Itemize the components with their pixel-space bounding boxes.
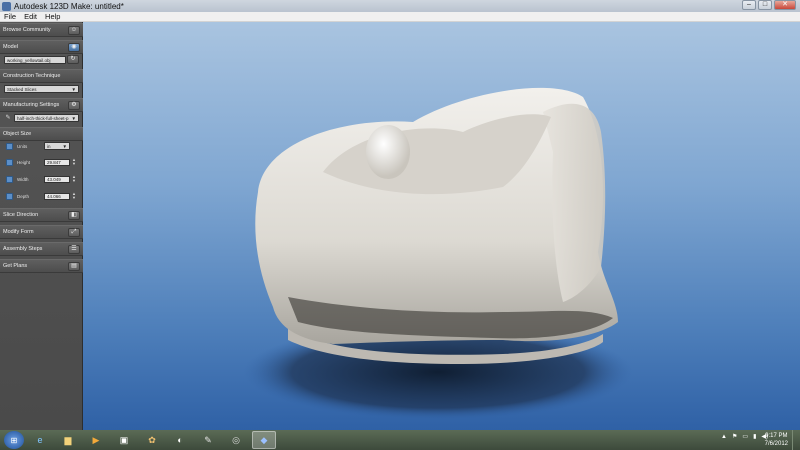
model-label: Model	[3, 44, 18, 50]
chevron-down-icon: ▼	[71, 87, 76, 92]
object-size-label: Object Size	[3, 131, 32, 137]
menu-help[interactable]: Help	[45, 12, 60, 21]
menu-bar: File Edit Help	[0, 12, 800, 22]
community-icon[interactable]: ☺	[68, 26, 80, 35]
model-row: Model ◉	[0, 40, 83, 54]
units-dropdown[interactable]: in ▼	[44, 142, 70, 150]
viewer-icon[interactable]: ◐	[168, 431, 192, 449]
123d-make-taskbar-icon[interactable]: ◆	[252, 431, 276, 449]
clock[interactable]: 9:17 PM 7/6/2012	[765, 432, 788, 448]
menu-edit[interactable]: Edit	[24, 12, 37, 21]
model-bump	[366, 125, 410, 179]
taskbar: ⊞ e ▆ ▶ ▣ ✿ ◐ ✎ ◎ ◆ ▲ ⚑ ▭ ▮ ◀) 9:17 PM 7…	[0, 430, 800, 450]
eye-icon[interactable]: ◉	[68, 43, 80, 52]
get-plans-row[interactable]: Get Plans ▤	[0, 259, 83, 273]
document-icon[interactable]: ▤	[68, 262, 80, 271]
minimize-button[interactable]: –	[742, 0, 756, 10]
modify-icon[interactable]: ⤢	[68, 228, 80, 237]
units-icon	[6, 143, 13, 150]
menu-file[interactable]: File	[4, 12, 16, 21]
clock-date: 7/6/2012	[764, 441, 788, 447]
width-icon	[6, 176, 13, 183]
manufacturing-label: Manufacturing Settings	[3, 102, 60, 108]
steps-icon[interactable]: ☰	[68, 245, 80, 254]
construction-dropdown[interactable]: Stacked Slices ▼	[4, 85, 79, 93]
maximize-button[interactable]: □	[758, 0, 772, 10]
chevron-up-icon[interactable]: ▲	[721, 434, 727, 440]
window-controls: – □ ✕	[740, 0, 796, 10]
gear-icon[interactable]: ⚙	[68, 101, 80, 110]
paint-icon[interactable]: ✎	[196, 431, 220, 449]
start-button[interactable]: ⊞	[4, 431, 24, 449]
model-file-field[interactable]: working_yellowtail.obj	[4, 56, 66, 64]
left-panel: Browse Community ☺ Model ◉ working_yello…	[0, 22, 83, 430]
construction-row: Construction Technique	[0, 69, 83, 83]
construction-value: Stacked Slices	[7, 87, 37, 92]
depth-label: Depth	[17, 194, 30, 199]
folder-icon[interactable]: ▆	[56, 431, 80, 449]
internet-explorer-icon[interactable]: e	[28, 431, 52, 449]
pencil-icon[interactable]: ✎	[4, 114, 12, 122]
object-size-row: Object Size	[0, 127, 83, 141]
window-title: Autodesk 123D Make: untitled*	[14, 1, 124, 11]
assembly-steps-row[interactable]: Assembly Steps ☰	[0, 242, 83, 256]
height-label: Height	[17, 160, 31, 165]
manufacturing-value: half-inch-thick-full-sheet-p	[17, 116, 69, 121]
modify-form-row[interactable]: Modify Form ⤢	[0, 225, 83, 239]
3d-model[interactable]	[83, 22, 800, 430]
manufacturing-dropdown[interactable]: half-inch-thick-full-sheet-p ▼	[14, 114, 79, 122]
app-icon	[2, 1, 11, 11]
media-player-icon[interactable]: ▶	[84, 431, 108, 449]
depth-icon	[6, 193, 13, 200]
units-value: in	[47, 144, 51, 149]
network-icon[interactable]: ▮	[753, 433, 756, 440]
clock-time: 9:17 PM	[765, 433, 788, 439]
slice-direction-label: Slice Direction	[3, 212, 39, 218]
refresh-icon[interactable]: ↻	[67, 55, 79, 64]
assembly-steps-label: Assembly Steps	[3, 246, 43, 252]
width-label: Width	[17, 177, 29, 182]
photos-icon[interactable]: ✿	[140, 431, 164, 449]
construction-label: Construction Technique	[3, 73, 61, 79]
width-field[interactable]: 43.049	[44, 176, 70, 183]
depth-field[interactable]: 44.066	[44, 193, 70, 200]
3d-viewport[interactable]	[83, 22, 800, 430]
slice-direction-row[interactable]: Slice Direction ◧	[0, 208, 83, 222]
chevron-down-icon: ▼	[71, 116, 76, 121]
depth-stepper[interactable]: ▲ ▼	[71, 192, 77, 200]
units-label: Units	[17, 144, 28, 149]
manufacturing-row: Manufacturing Settings ⚙	[0, 98, 83, 112]
modify-form-label: Modify Form	[3, 229, 34, 235]
browse-community-label: Browse Community	[3, 27, 51, 33]
height-icon	[6, 159, 13, 166]
browse-community-row[interactable]: Browse Community ☺	[0, 23, 83, 37]
flag-icon[interactable]: ⚑	[732, 433, 737, 440]
app-icon-generic[interactable]: ▣	[112, 431, 136, 449]
system-tray: ▲ ⚑ ▭ ▮ ◀)	[716, 433, 768, 441]
chrome-icon[interactable]: ◎	[224, 431, 248, 449]
windows-logo-icon: ⊞	[10, 435, 18, 445]
get-plans-label: Get Plans	[3, 263, 28, 269]
width-stepper[interactable]: ▲ ▼	[71, 175, 77, 183]
show-desktop-button[interactable]	[792, 430, 800, 450]
close-button[interactable]: ✕	[774, 0, 796, 10]
chevron-down-icon: ▼	[62, 144, 67, 149]
height-field[interactable]: 29.847	[44, 159, 70, 166]
height-stepper[interactable]: ▲ ▼	[71, 158, 77, 166]
display-icon[interactable]: ▭	[742, 433, 748, 440]
camera-icon[interactable]: ◧	[68, 211, 80, 220]
title-bar: Autodesk 123D Make: untitled* – □ ✕	[0, 0, 800, 12]
